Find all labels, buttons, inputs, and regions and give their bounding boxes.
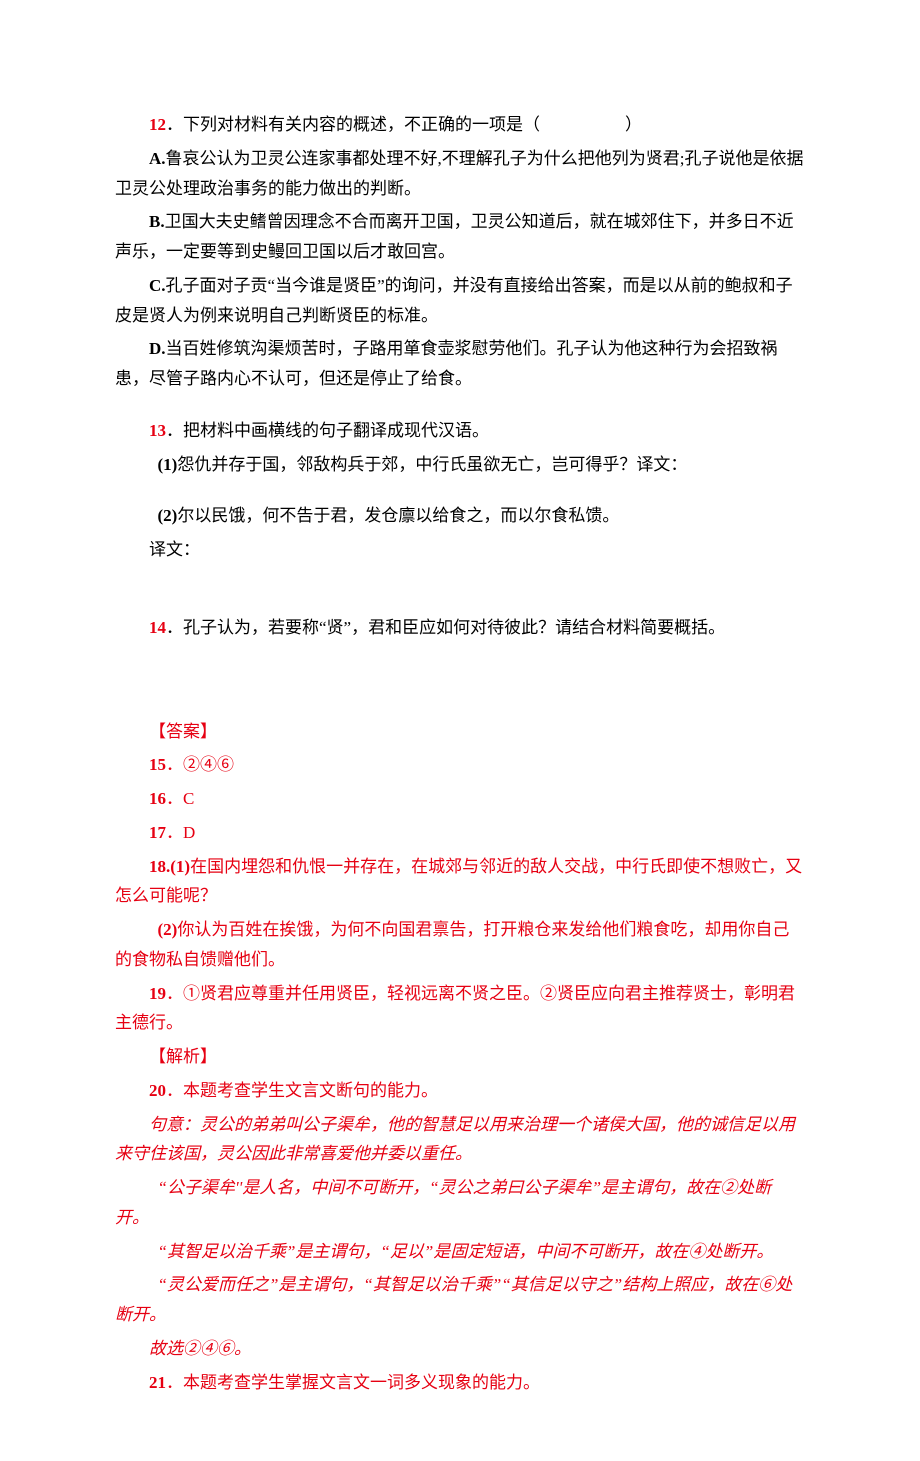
q13-sub1-text: 怨仇并存于国，邻敌构兵于郊，中行氏虽欲无亡，岂可得乎？译文： <box>177 455 687 474</box>
q14-stem: 14．孔子认为，若要称“贤”，君和臣应如何对待彼此？请结合材料简要概括。 <box>115 613 805 643</box>
answer-20-p2: “公子渠牟''是人名，中间不可断开，“灵公之弟曰公子渠牟”是主谓句，故在②处断开… <box>115 1173 805 1233</box>
answer-16: 16．C <box>115 784 805 814</box>
q13-stem: 13．把材料中画横线的句子翻译成现代汉语。 <box>115 416 805 446</box>
answer-21: 21．本题考查学生掌握文言文一词多义现象的能力。 <box>115 1368 805 1398</box>
answer-17-text: ．D <box>166 823 195 842</box>
q14-number: 14 <box>149 618 166 637</box>
q13-stem-text: ．把材料中画横线的句子翻译成现代汉语。 <box>166 421 489 440</box>
q12-b-label: B. <box>149 212 165 231</box>
answer-19: 19．①贤君应尊重并任用贤臣，轻视远离不贤之臣。②贤臣应向君主推荐贤士，彰明君主… <box>115 979 805 1039</box>
answer-21-num: 21 <box>149 1373 166 1392</box>
q12-option-a: A.鲁哀公认为卫灵公连家事都处理不好,不理解孔子为什么把他列为贤君;孔子说他是依… <box>115 144 805 204</box>
q12-a-text: 鲁哀公认为卫灵公连家事都处理不好,不理解孔子为什么把他列为贤君;孔子说他是依据卫… <box>115 149 804 198</box>
answer-15-num: 15 <box>149 755 166 774</box>
answer-18-2-label: (2) <box>158 920 178 939</box>
answer-19-text: ．①贤君应尊重并任用贤臣，轻视远离不贤之臣。②贤臣应向君主推荐贤士，彰明君主德行… <box>115 984 795 1033</box>
answer-19-num: 19 <box>149 984 166 1003</box>
q13-sub1-label: (1) <box>158 455 178 474</box>
answer-18-1-text: 在国内埋怨和仇恨一并存在，在城郊与邻近的敌人交战，中行氏即使不想败亡，又怎么可能… <box>115 857 802 906</box>
q12-option-d: D.当百姓修筑沟渠烦苦时，子路用箪食壶浆慰劳他们。孔子认为他这种行为会招致祸患，… <box>115 334 805 394</box>
answer-18-num: 18 <box>149 857 166 876</box>
q12-d-label: D. <box>149 339 166 358</box>
answer-20-p5: 故选②④⑥。 <box>115 1334 805 1364</box>
answer-15-text: ．②④⑥ <box>166 755 234 774</box>
q12-option-b: B.卫国大夫史鳍曾因理念不合而离开卫国，卫灵公知道后，就在城郊住下，并多日不近声… <box>115 207 805 267</box>
answer-20-p4: “灵公爱而任之”是主谓句，“其智足以治千乘”“其信足以守之”结构上照应，故在⑥处… <box>115 1270 805 1330</box>
answers-header: 【答案】 <box>115 717 805 747</box>
q13-sub2: (2)尔以民饿，何不告于君，发仓廪以给食之，而以尔食私馈。 <box>115 501 805 531</box>
answer-20-p3: “其智足以治千乘”是主谓句，“足以”是固定短语，中间不可断开，故在④处断开。 <box>115 1237 805 1267</box>
q12-c-text: 孔子面对子贡“当今谁是贤臣”的询问，并没有直接给出答案，而是以从前的鲍叔和子皮是… <box>115 276 793 325</box>
answer-20-num: 20 <box>149 1081 166 1100</box>
q12-d-text: 当百姓修筑沟渠烦苦时，子路用箪食壶浆慰劳他们。孔子认为他这种行为会招致祸患，尽管… <box>115 339 778 388</box>
q13-sub2-label: (2) <box>158 506 178 525</box>
answer-20-p1: 句意：灵公的弟弟叫公子渠牟，他的智慧足以用来治理一个诸侯大国，他的诚信足以用来守… <box>115 1110 805 1170</box>
q12-c-label: C. <box>149 276 166 295</box>
answer-18-1-label: .(1) <box>166 857 190 876</box>
q13-sub2-suffix: 译文： <box>115 535 805 565</box>
q14-stem-text: ．孔子认为，若要称“贤”，君和臣应如何对待彼此？请结合材料简要概括。 <box>166 618 725 637</box>
answer-21-text: ．本题考查学生掌握文言文一词多义现象的能力。 <box>166 1373 540 1392</box>
q13-sub2-text: 尔以民饿，何不告于君，发仓廪以给食之，而以尔食私馈。 <box>177 506 619 525</box>
q12-stem-text: ．下列对材料有关内容的概述，不正确的一项是（ ） <box>166 115 642 134</box>
answer-18-1: 18.(1)在国内埋怨和仇恨一并存在，在城郊与邻近的敌人交战，中行氏即使不想败亡… <box>115 852 805 912</box>
q13-number: 13 <box>149 421 166 440</box>
q12-b-text: 卫国大夫史鳍曾因理念不合而离开卫国，卫灵公知道后，就在城郊住下，并多日不近声乐，… <box>115 212 794 261</box>
document-page: 12．下列对材料有关内容的概述，不正确的一项是（ ） A.鲁哀公认为卫灵公连家事… <box>0 0 920 1461</box>
answer-20-text: ．本题考查学生文言文断句的能力。 <box>166 1081 438 1100</box>
q12-number: 12 <box>149 115 166 134</box>
answer-15: 15．②④⑥ <box>115 750 805 780</box>
answer-18-2-text: 你认为百姓在挨饿，为何不向国君禀告，打开粮仓来发给他们粮食吃，却用你自己的食物私… <box>115 920 789 969</box>
answer-17-num: 17 <box>149 823 166 842</box>
q12-stem: 12．下列对材料有关内容的概述，不正确的一项是（ ） <box>115 110 805 140</box>
q12-option-c: C.孔子面对子贡“当今谁是贤臣”的询问，并没有直接给出答案，而是以从前的鲍叔和子… <box>115 271 805 331</box>
answer-17: 17．D <box>115 818 805 848</box>
answer-16-num: 16 <box>149 789 166 808</box>
answer-20: 20．本题考查学生文言文断句的能力。 <box>115 1076 805 1106</box>
answer-18-2: (2)你认为百姓在挨饿，为何不向国君禀告，打开粮仓来发给他们粮食吃，却用你自己的… <box>115 915 805 975</box>
q12-a-label: A. <box>149 149 166 168</box>
q13-sub1: (1)怨仇并存于国，邻敌构兵于郊，中行氏虽欲无亡，岂可得乎？译文： <box>115 450 805 480</box>
explain-header: 【解析】 <box>115 1042 805 1072</box>
answer-16-text: ．C <box>166 789 194 808</box>
